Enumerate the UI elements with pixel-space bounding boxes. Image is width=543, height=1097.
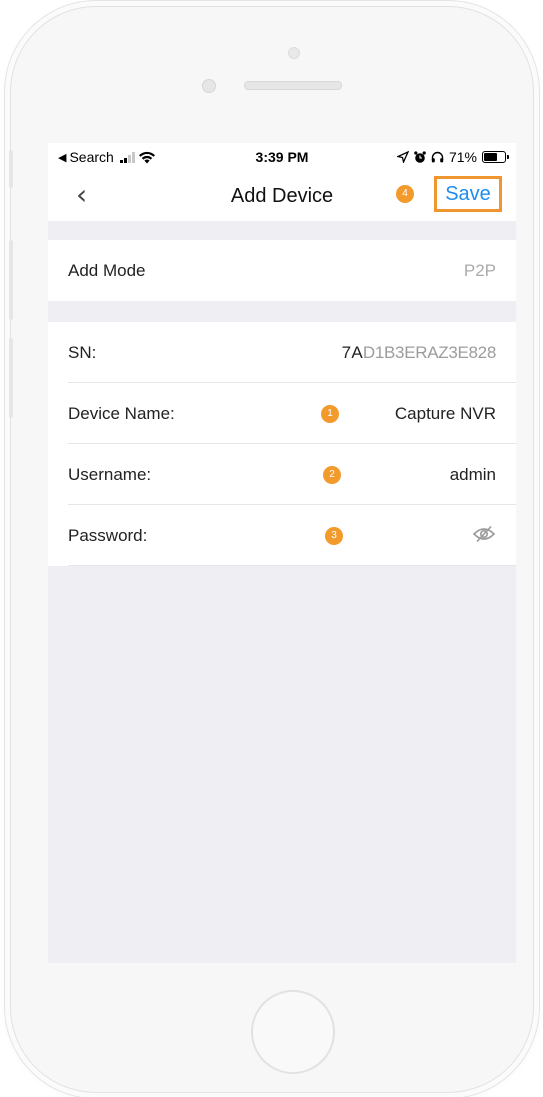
volume-down-button — [9, 338, 13, 418]
add-mode-section: Add Mode P2P — [48, 240, 516, 301]
battery-icon — [482, 151, 509, 163]
sn-value-obscured: D1B3ERAZ3E828 — [362, 342, 496, 362]
alarm-icon — [414, 150, 426, 163]
mute-switch — [9, 150, 13, 188]
device-name-row[interactable]: Device Name: 1 Capture NVR — [48, 383, 516, 444]
username-row[interactable]: Username: 2 admin — [48, 444, 516, 505]
password-row[interactable]: Password: 3 — [48, 505, 516, 566]
step-badge-1: 1 — [321, 405, 339, 423]
battery-fill — [484, 153, 497, 161]
username-field[interactable]: admin — [450, 465, 496, 485]
device-name-label: Device Name: — [68, 403, 175, 423]
add-mode-label: Add Mode — [68, 260, 146, 280]
status-bar: ◀ Search 3:39 PM 71% — [48, 143, 516, 171]
home-button[interactable] — [251, 990, 335, 1074]
earpiece-speaker — [244, 81, 342, 90]
front-camera — [288, 47, 300, 59]
sn-value-visible: 7A — [341, 342, 363, 362]
app-screen: ◀ Search 3:39 PM 71% ‹ Add Device 4 Save… — [48, 143, 516, 963]
eye-slash-icon[interactable] — [472, 525, 496, 547]
step-badge-2: 2 — [323, 466, 341, 484]
step-badge-3: 3 — [325, 527, 343, 545]
device-name-field[interactable]: Capture NVR — [395, 404, 496, 424]
headphones-icon — [431, 151, 444, 163]
location-arrow-icon — [396, 151, 409, 163]
sn-row: SN: 7AD1B3ERAZ3E828 — [48, 322, 516, 383]
volume-up-button — [9, 240, 13, 320]
add-mode-row[interactable]: Add Mode P2P — [48, 240, 516, 301]
device-info-section: SN: 7AD1B3ERAZ3E828 Device Name: 1 Captu… — [48, 322, 516, 566]
battery-percent: 71% — [448, 149, 477, 165]
add-mode-value: P2P — [463, 260, 496, 280]
step-badge-4: 4 — [396, 185, 414, 203]
sn-value: 7AD1B3ERAZ3E828 — [341, 342, 497, 363]
proximity-sensor — [202, 79, 216, 93]
save-button[interactable]: Save — [445, 183, 491, 206]
username-label: Username: — [68, 464, 152, 484]
sn-label: SN: — [68, 342, 97, 362]
navigation-bar: ‹ Add Device 4 Save — [48, 171, 516, 221]
save-highlight-box: Save — [434, 176, 502, 212]
password-label: Password: — [68, 525, 148, 545]
status-right: 71% — [396, 149, 509, 165]
